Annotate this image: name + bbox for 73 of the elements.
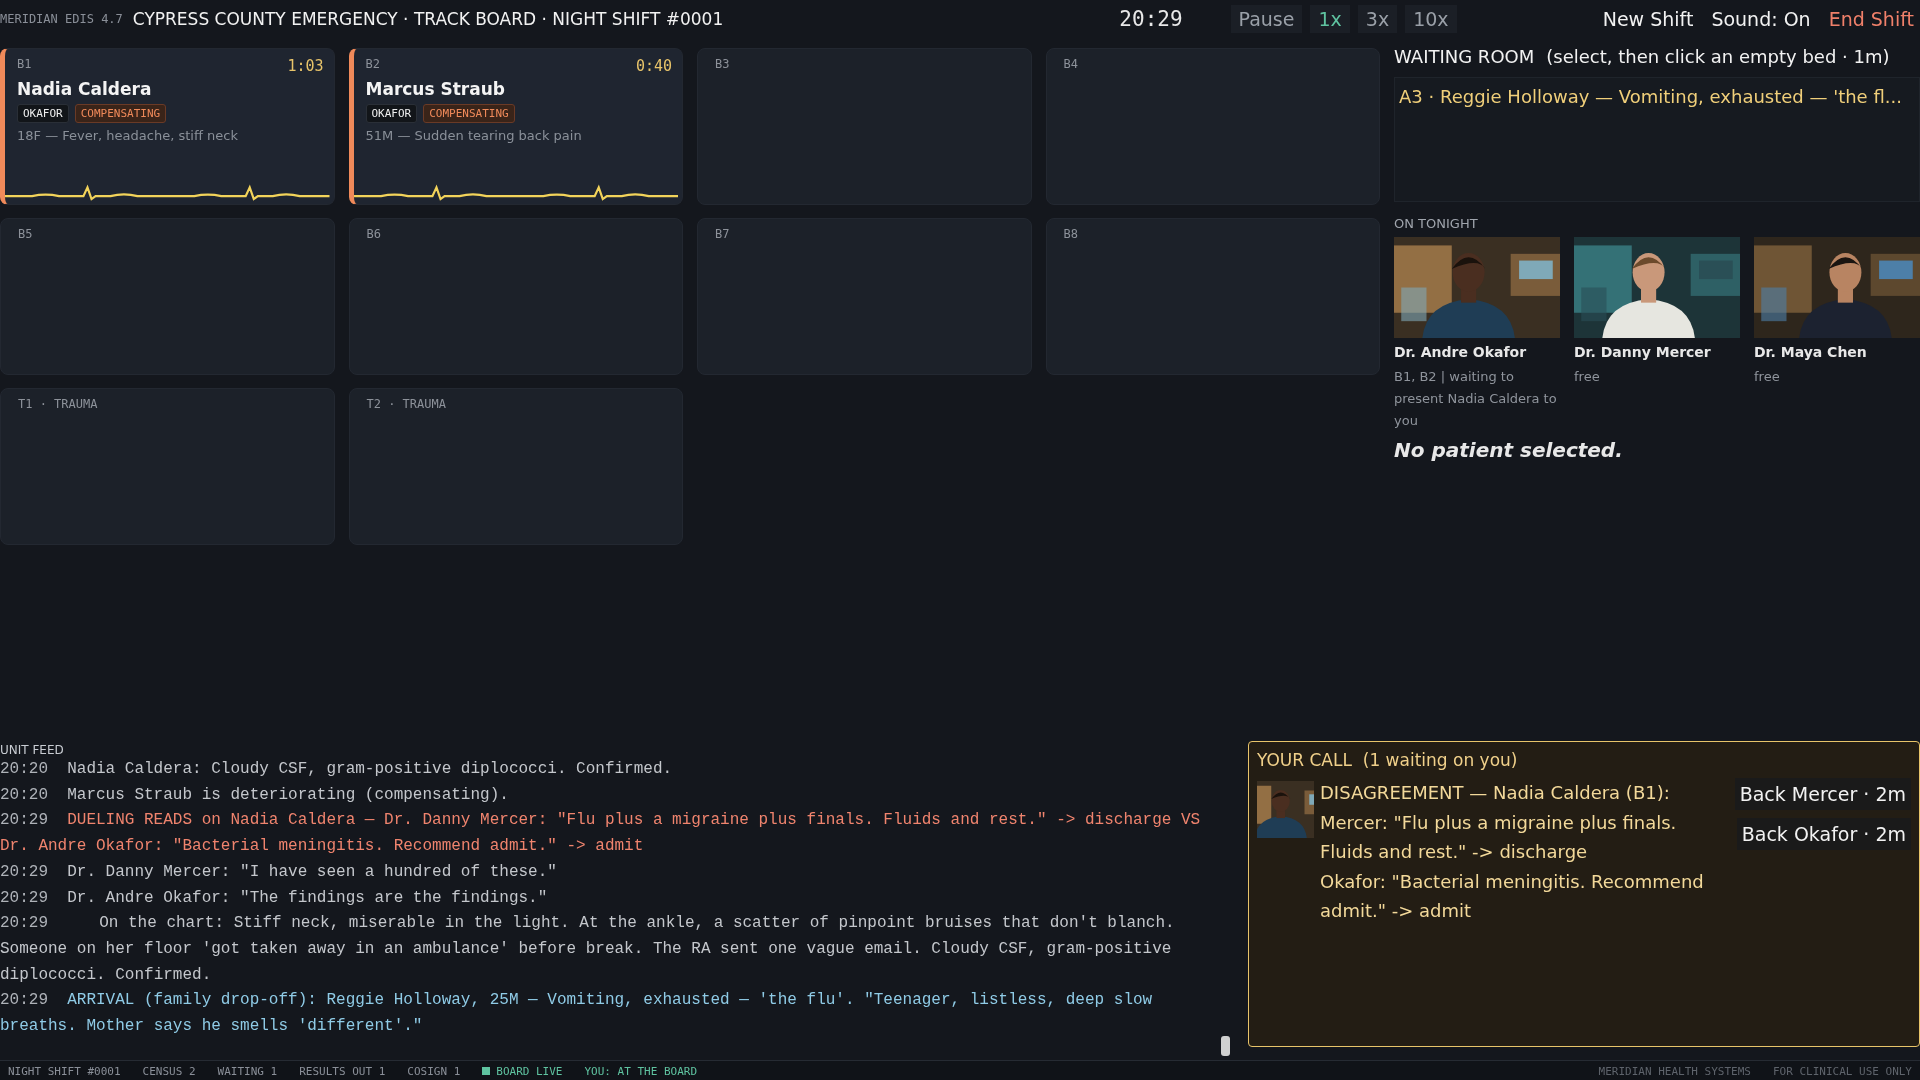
feed-entry: 20:29 Dr. Andre Okafor: "The findings are the findings."	[0, 887, 549, 909]
selection-message: No patient selected.	[1394, 438, 1624, 462]
chief-complaint: 51M — Sudden tearing back pain	[365, 128, 583, 143]
status-item: WAITING 1	[217, 1064, 278, 1078]
live-indicator: BOARD LIVE	[482, 1064, 563, 1078]
decision-button[interactable]: Back Okafor · 2m	[1736, 818, 1911, 850]
bed-card[interactable]: B6	[348, 218, 683, 375]
waiting-room-hint: (select, then click an empty bed · 1m)	[1546, 46, 1890, 67]
waiting-room-title: WAITING ROOM	[1394, 46, 1535, 67]
pause-button[interactable]: Pause	[1230, 5, 1303, 33]
bed-card[interactable]: B5	[0, 218, 335, 375]
bed-timer: 0:40	[635, 57, 672, 75]
bed-label: B8	[1063, 227, 1079, 241]
bed-card[interactable]: B8	[1045, 218, 1380, 375]
feed-entry: 20:29 ARRIVAL (family drop-off): Reggie Holloway, 25M — Vomiting, exhausted — 'the flu'. "Teenager, listless, deep slow breaths. Mother says he smells 'different'."	[0, 990, 1154, 1038]
bed-label: B5	[18, 227, 34, 241]
end-shift-button[interactable]: End Shift	[1828, 8, 1914, 30]
feed-entry: 20:29 DUELING READS on Nadia Caldera — Dr. Danny Mercer: "Flu plus a migraine plus finals. Fluids and rest." -> discharge VS Dr. Andre Okafor: "Bacterial meningitis. Recommend admit." -> admit	[0, 810, 1202, 858]
feed-title: UNIT FEED	[0, 743, 65, 757]
bed-card[interactable]: B3	[697, 48, 1032, 205]
disagreement-text: DISAGREEMENT — Nadia Caldera (B1): Mercer: "Flu plus a migraine plus finals. Fluids and rest." -> discharge Okafor: "Bacterial meningitis. Recommend admit." -> admit	[1320, 781, 1705, 923]
status-item: NIGHT SHIFT #0001	[8, 1064, 121, 1078]
bed-timer: 1:03	[287, 57, 324, 75]
decision-button[interactable]: Back Mercer · 2m	[1734, 778, 1911, 810]
scrollbar-thumb[interactable]	[1221, 1036, 1230, 1056]
status-item: FOR CLINICAL USE ONLY	[1772, 1064, 1912, 1078]
doctor-name: Dr. Maya Chen	[1754, 344, 1868, 360]
doctor-status: free	[1574, 368, 1601, 386]
bed-label: B6	[366, 227, 382, 241]
bed-card[interactable]: B7	[697, 218, 1032, 375]
status-item: YOU: AT THE BOARD	[584, 1064, 698, 1078]
bed-card[interactable]: B2 0:40 Marcus Straub OKAFOR COMPENSATING 51M — Sudden tearing back pain	[348, 48, 683, 205]
chief-complaint: 18F — Fever, headache, stiff neck	[17, 128, 239, 143]
section-label: ON TONIGHT	[1394, 216, 1479, 231]
status-tag: COMPENSATING	[423, 104, 515, 123]
panel-title: YOUR CALL (1 waiting on you)	[1257, 750, 1519, 770]
doctor-name: Dr. Andre Okafor	[1394, 344, 1528, 360]
bed-label: B1	[17, 57, 32, 73]
patient-name: Nadia Caldera	[17, 79, 153, 99]
bed-label: T1 · TRAUMA	[18, 397, 99, 411]
feed-entry: 20:29 On the chart: Stiff neck, miserable in the light. At the ankle, a scatter of pinpoint bruises that don't blanch. Someone on her floor 'got taken away in an ambulance' before break. The RA sent one vague email. Cloudy CSF, gram-positive diplococci. Confirmed.	[0, 913, 1176, 986]
app-version: MERIDIAN EDIS 4.7	[0, 12, 123, 26]
shift-clock: 20:29	[1119, 7, 1183, 31]
doctor-tag: OKAFOR	[17, 104, 69, 123]
board-title: CYPRESS COUNTY EMERGENCY · TRACK BOARD · NIGHT SHIFT #0001	[132, 9, 724, 29]
bed-label: B7	[715, 227, 731, 241]
speed-button[interactable]: 10x	[1405, 5, 1457, 33]
bed-label: B4	[1063, 57, 1079, 71]
feed-entry: 20:29 Dr. Danny Mercer: "I have seen a hundred of these."	[0, 861, 558, 883]
status-item: CENSUS 2	[142, 1064, 196, 1078]
doctor-status: B1, B2 | waiting to present Nadia Caldera to you	[1394, 368, 1558, 430]
status-tag: COMPENSATING	[74, 104, 167, 123]
patient-name: Marcus Straub	[365, 79, 506, 99]
bed-card[interactable]: T1 · TRAUMA	[0, 388, 335, 545]
doctor-name: Dr. Danny Mercer	[1574, 344, 1712, 360]
bed-label: B3	[715, 57, 731, 71]
feed-entry: 20:20 Nadia Caldera: Cloudy CSF, gram-positive diplococci. Confirmed.	[0, 759, 674, 780]
waiting-patient[interactable]: A3 · Reggie Holloway — Vomiting, exhausted — 'the fl...	[1399, 86, 1902, 107]
bed-card[interactable]: B4	[1045, 48, 1380, 205]
status-item: COSIGN 1	[407, 1064, 461, 1078]
bed-card[interactable]: B1 1:03 Nadia Caldera OKAFOR COMPENSATING 18F — Fever, headache, stiff neck	[0, 48, 335, 205]
header-button[interactable]: Sound: On	[1711, 8, 1811, 30]
doctor-status: free	[1754, 368, 1781, 386]
feed-entry: 20:20 Marcus Straub is deteriorating (compensating).	[0, 784, 510, 806]
status-item: RESULTS OUT 1	[299, 1064, 386, 1078]
status-item: MERIDIAN HEALTH SYSTEMS	[1598, 1064, 1751, 1078]
speed-button[interactable]: 1x	[1310, 5, 1350, 33]
bed-label: T2 · TRAUMA	[366, 397, 447, 411]
speed-button[interactable]: 3x	[1357, 5, 1398, 33]
bed-card[interactable]: T2 · TRAUMA	[348, 388, 683, 545]
bed-label: B2	[365, 57, 380, 73]
doctor-tag: OKAFOR	[365, 104, 418, 123]
header-button[interactable]: New Shift	[1602, 8, 1694, 30]
